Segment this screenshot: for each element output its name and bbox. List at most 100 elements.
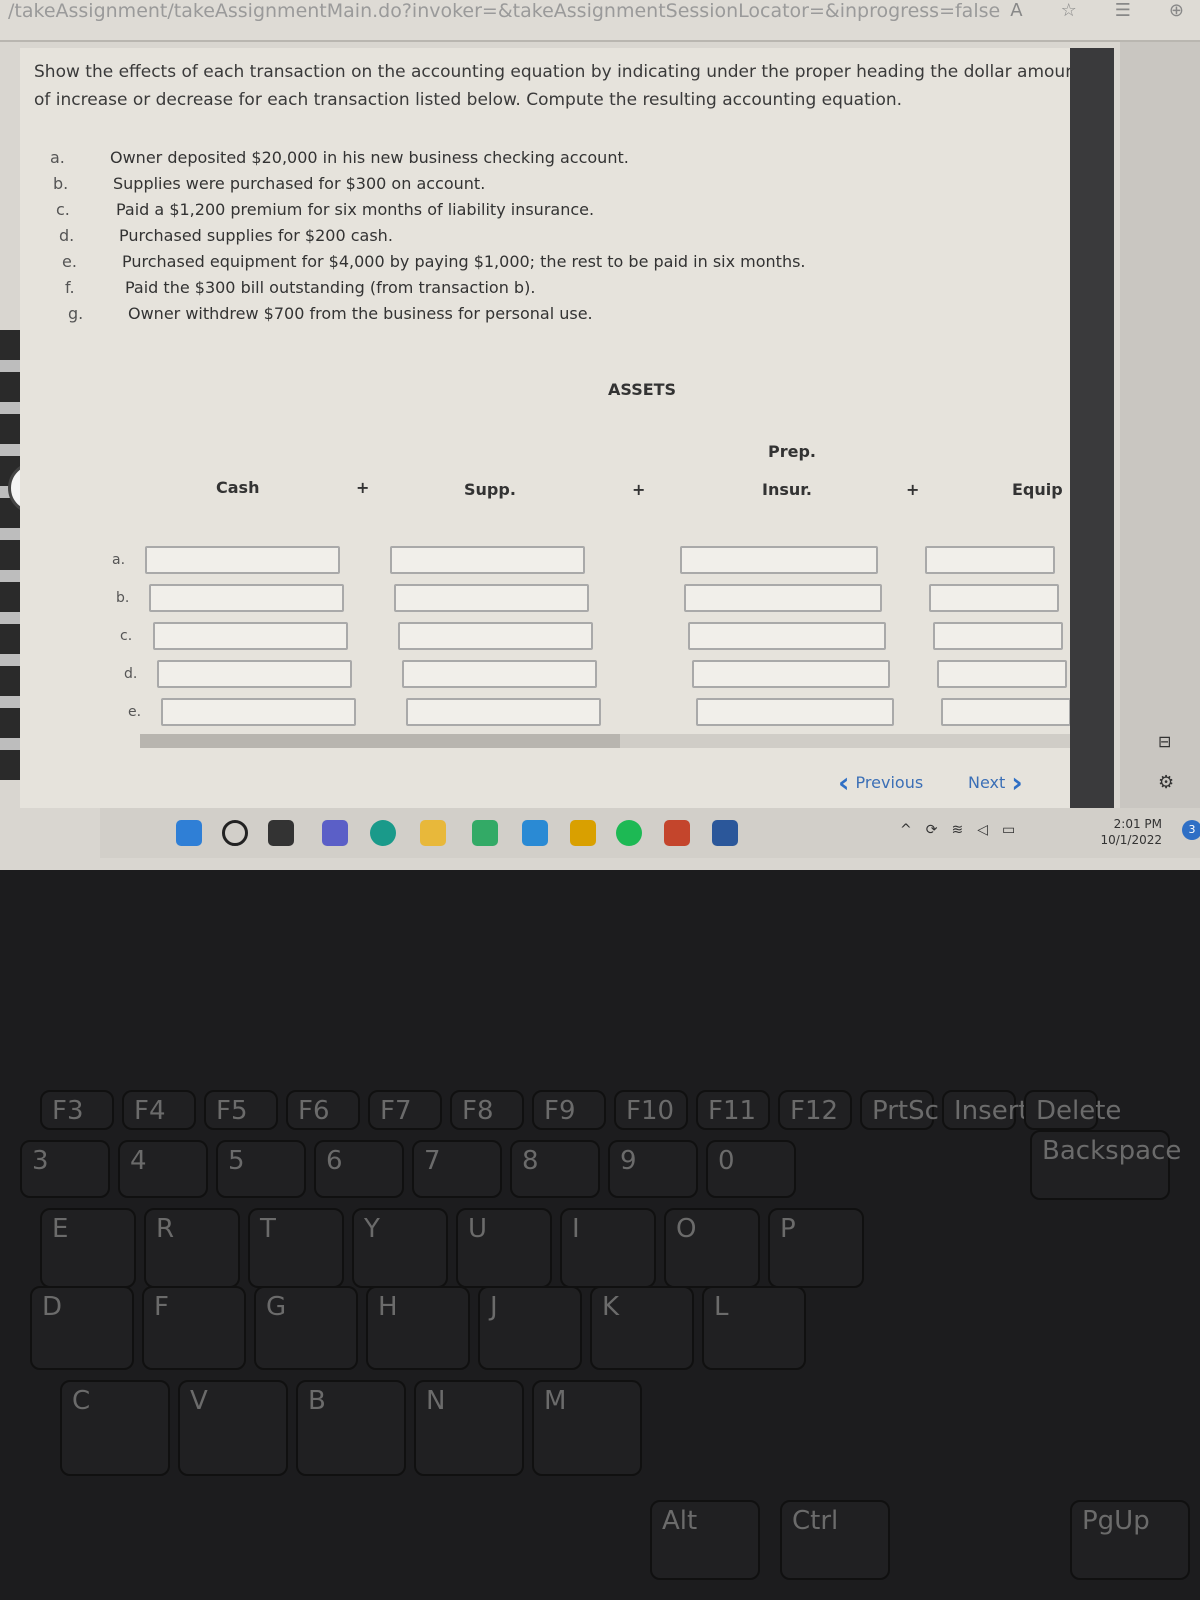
key-letter[interactable]: V <box>178 1380 288 1476</box>
amount-input[interactable] <box>157 660 352 688</box>
key-number[interactable]: 4 <box>118 1140 208 1198</box>
address-bar[interactable]: /takeAssignment/takeAssignmentMain.do?in… <box>0 0 1200 42</box>
powerpoint-icon[interactable] <box>664 820 690 846</box>
amount-input[interactable] <box>680 546 878 574</box>
key-fn[interactable]: F8 <box>450 1090 524 1130</box>
key-letter[interactable]: U <box>456 1208 552 1288</box>
key-fn[interactable]: F4 <box>122 1090 196 1130</box>
amount-input[interactable] <box>941 698 1071 726</box>
file-explorer-icon[interactable] <box>420 820 446 846</box>
windows-start-icon[interactable] <box>176 820 202 846</box>
key-letter[interactable]: Y <box>352 1208 448 1288</box>
key-number[interactable]: 9 <box>608 1140 698 1198</box>
col-supplies: Supp. <box>464 480 516 499</box>
key-letter[interactable]: L <box>702 1286 806 1370</box>
next-button[interactable]: Next › <box>968 764 1023 800</box>
amount-input[interactable] <box>684 584 882 612</box>
teams-chat-icon[interactable] <box>322 820 348 846</box>
amount-input[interactable] <box>402 660 597 688</box>
key-fn[interactable]: F3 <box>40 1090 114 1130</box>
lockdown-app-icon[interactable] <box>522 820 548 846</box>
key-fn[interactable]: PrtSc <box>860 1090 939 1130</box>
transaction-item: f. Paid the $300 bill outstanding (from t… <box>65 278 536 297</box>
key-pgup[interactable]: PgUp <box>1070 1500 1190 1580</box>
key-letter[interactable]: H <box>366 1286 470 1370</box>
plus-sign: + <box>906 480 920 499</box>
amount-input[interactable] <box>929 584 1059 612</box>
amount-input[interactable] <box>161 698 356 726</box>
key-number[interactable]: 0 <box>706 1140 796 1198</box>
previous-button[interactable]: ‹ Previous <box>838 764 923 800</box>
amount-input[interactable] <box>406 698 601 726</box>
amount-input[interactable] <box>937 660 1067 688</box>
key-letter[interactable]: J <box>478 1286 582 1370</box>
horizontal-scrollbar[interactable] <box>140 734 1080 748</box>
edge-sidebar: ⊟ ⚙ <box>1120 42 1200 832</box>
clock[interactable]: 2:01 PM 10/1/2022 <box>1100 816 1162 848</box>
key-fn[interactable]: Insert <box>942 1090 1029 1130</box>
search-icon[interactable] <box>222 820 248 846</box>
key-number[interactable]: 8 <box>510 1140 600 1198</box>
key-fn[interactable]: Delete <box>1024 1090 1121 1130</box>
key-letter[interactable]: P <box>768 1208 864 1288</box>
key-fn[interactable]: F12 <box>778 1090 852 1130</box>
collections-icon[interactable]: ⊕ <box>1169 0 1184 22</box>
amount-input[interactable] <box>145 546 340 574</box>
vertical-scrollbar[interactable] <box>1070 48 1114 808</box>
key-number[interactable]: 7 <box>412 1140 502 1198</box>
key-backspace[interactable]: Backspace <box>1030 1130 1181 1200</box>
edge-browser-icon[interactable] <box>370 820 396 846</box>
key-letter[interactable]: D <box>30 1286 134 1370</box>
key-letter[interactable]: B <box>296 1380 406 1476</box>
key-letter[interactable]: F <box>142 1286 246 1370</box>
plus-sign: + <box>632 480 646 499</box>
key-letter[interactable]: N <box>414 1380 524 1476</box>
amount-input[interactable] <box>394 584 589 612</box>
word-icon[interactable] <box>712 820 738 846</box>
amount-input[interactable] <box>149 584 344 612</box>
amount-input[interactable] <box>398 622 593 650</box>
spotify-icon[interactable] <box>616 820 642 846</box>
amount-input[interactable] <box>696 698 894 726</box>
key-letter[interactable]: T <box>248 1208 344 1288</box>
amount-input[interactable] <box>933 622 1063 650</box>
settings-gear-icon[interactable]: ⚙ <box>1158 772 1174 793</box>
amount-input[interactable] <box>692 660 890 688</box>
favorites-icon[interactable]: ☰ <box>1115 0 1131 22</box>
amount-input[interactable] <box>153 622 348 650</box>
amount-input[interactable] <box>390 546 585 574</box>
row-label: c. <box>120 628 133 644</box>
key-fn[interactable]: F6 <box>286 1090 360 1130</box>
key-letter[interactable]: M <box>532 1380 642 1476</box>
key-number[interactable]: 5 <box>216 1140 306 1198</box>
key-number[interactable]: 6 <box>314 1140 404 1198</box>
key-alt[interactable]: Alt <box>650 1500 760 1580</box>
row-label: e. <box>128 704 142 720</box>
key-fn[interactable]: F10 <box>614 1090 688 1130</box>
plus-sign: + <box>356 478 370 497</box>
key-letter[interactable]: C <box>60 1380 170 1476</box>
key-letter[interactable]: O <box>664 1208 760 1288</box>
task-view-icon[interactable] <box>268 820 294 846</box>
app-icon[interactable] <box>570 820 596 846</box>
read-aloud-icon[interactable]: A <box>1010 0 1022 22</box>
amount-input[interactable] <box>688 622 886 650</box>
transaction-item: c. Paid a $1,200 premium for six months o… <box>56 200 595 219</box>
system-tray-icons[interactable]: ^⟳≋◁▭ <box>900 822 1029 838</box>
key-fn[interactable]: F5 <box>204 1090 278 1130</box>
split-screen-icon[interactable]: ⊟ <box>1158 732 1171 751</box>
key-letter[interactable]: K <box>590 1286 694 1370</box>
key-letter[interactable]: G <box>254 1286 358 1370</box>
favorites-add-icon[interactable]: ☆ <box>1061 0 1077 22</box>
key-letter[interactable]: I <box>560 1208 656 1288</box>
key-ctrl[interactable]: Ctrl <box>780 1500 890 1580</box>
key-number[interactable]: 3 <box>20 1140 110 1198</box>
key-letter[interactable]: R <box>144 1208 240 1288</box>
key-letter[interactable]: E <box>40 1208 136 1288</box>
amount-input[interactable] <box>925 546 1055 574</box>
notification-badge[interactable]: 3 <box>1182 820 1200 840</box>
key-fn[interactable]: F11 <box>696 1090 770 1130</box>
key-fn[interactable]: F9 <box>532 1090 606 1130</box>
store-icon[interactable] <box>472 820 498 846</box>
key-fn[interactable]: F7 <box>368 1090 442 1130</box>
